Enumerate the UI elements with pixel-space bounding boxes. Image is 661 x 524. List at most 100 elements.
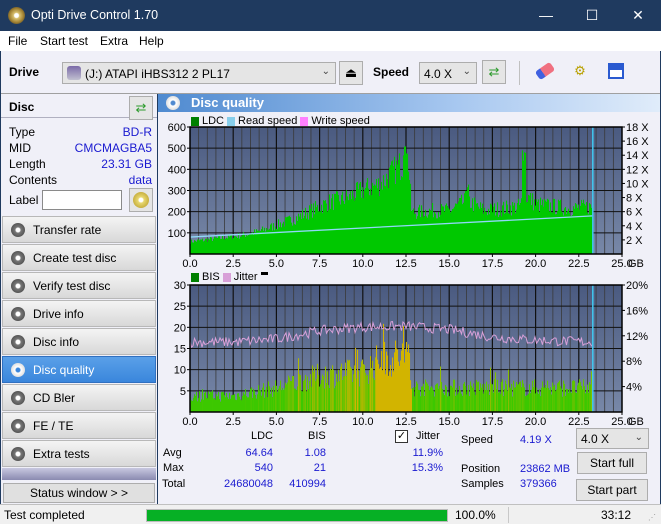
progress-label: 100.0% — [455, 508, 496, 522]
ldc-bar — [375, 185, 377, 254]
ldc-bar — [372, 182, 374, 254]
bis-bar — [247, 397, 249, 412]
save-button[interactable] — [604, 60, 628, 84]
ldc-bar — [451, 211, 453, 254]
ldc-bar — [235, 236, 237, 254]
ldc-bar — [334, 193, 336, 254]
ldc-bar — [237, 237, 239, 254]
floppy-disk-icon — [608, 63, 624, 79]
nav-verify-test-disc[interactable]: Verify test disc — [2, 272, 156, 299]
bis-bar — [268, 381, 270, 412]
bis-bar — [461, 393, 463, 412]
bis-bar — [460, 390, 462, 412]
bis-axis-tick-label: 25 — [174, 301, 186, 313]
minimize-button[interactable]: — — [523, 0, 569, 31]
bis-bar — [488, 384, 490, 412]
nav-create-test-disc[interactable]: Create test disc — [2, 244, 156, 271]
bis-bar — [341, 363, 343, 412]
close-button[interactable]: ✕ — [615, 0, 661, 31]
nav-extra-tests[interactable]: Extra tests — [2, 440, 156, 467]
ldc-bar — [570, 215, 572, 254]
nav-cd-bler[interactable]: CD Bler — [2, 384, 156, 411]
ldc-bar — [335, 193, 337, 254]
refresh-arrows-icon: ⇄ — [135, 100, 147, 115]
settings-button[interactable]: ⚙ — [568, 60, 592, 84]
bis-bar — [250, 388, 252, 412]
menu-extra[interactable]: Extra — [100, 34, 128, 48]
menu-start-test[interactable]: Start test — [40, 34, 88, 48]
maximize-button[interactable]: ☐ — [569, 0, 615, 31]
ldc-bar — [374, 184, 376, 254]
disc-refresh-button[interactable]: ⇄ — [129, 96, 153, 120]
ldc-bar — [402, 177, 404, 254]
start-full-button[interactable]: Start full — [577, 452, 647, 474]
ldc-bar — [364, 189, 366, 254]
nav-disc-quality[interactable]: Disc quality — [2, 356, 156, 383]
ldc-bar — [295, 224, 297, 254]
disc-label-input[interactable] — [42, 190, 122, 210]
ldc-axis-tick-label: 500 — [168, 143, 186, 155]
disc-gear-icon — [11, 307, 25, 321]
bis-bar — [396, 348, 398, 412]
speed-select[interactable]: 4.0 X ⌄ — [419, 62, 477, 84]
start-part-button[interactable]: Start part — [576, 479, 648, 501]
disc-quality-icon — [166, 96, 180, 110]
ldc-bar — [327, 211, 329, 254]
status-window-button[interactable]: Status window > > — [3, 483, 155, 503]
ldc-bar — [360, 181, 362, 254]
ldc-bar — [395, 183, 397, 254]
menu-file[interactable]: File — [8, 34, 27, 48]
chevron-down-icon: ⌄ — [462, 66, 471, 77]
ldc-bar — [253, 234, 255, 254]
ldc-bar — [321, 204, 323, 254]
bis-bar — [471, 385, 473, 412]
bis-bar — [302, 391, 304, 412]
ldc-bar — [255, 232, 257, 254]
bis-bar — [297, 386, 299, 412]
disc-label-button[interactable] — [129, 188, 153, 212]
bis-bar — [322, 374, 324, 412]
nav-transfer-rate[interactable]: Transfer rate — [2, 216, 156, 243]
ldc-bar — [383, 175, 385, 254]
erase-button[interactable] — [533, 60, 557, 84]
bis-bar — [267, 397, 269, 412]
stats-avg-label: Avg — [163, 447, 182, 459]
ldc-bar — [297, 220, 299, 254]
ldc-bar — [438, 212, 440, 254]
drive-select[interactable]: (J:) ATAPI iHBS312 2 PL17 ⌄ — [62, 62, 336, 84]
ldc-bar — [204, 240, 206, 254]
jitter-checkbox[interactable]: ✓ — [395, 430, 408, 443]
bis-bar — [271, 387, 273, 412]
nav-fe-te[interactable]: FE / TE — [2, 412, 156, 439]
refresh-button[interactable]: ⇄ — [482, 60, 506, 84]
menu-help[interactable]: Help — [139, 34, 164, 48]
bis-bar — [567, 389, 569, 412]
test-speed-select[interactable]: 4.0 X ⌄ — [576, 428, 649, 449]
ldc-bar — [575, 203, 577, 254]
toolbar: Drive (J:) ATAPI iHBS312 2 PL17 ⌄ ⏏ Spee… — [1, 51, 660, 94]
jitter-axis-tick-label: 12% — [626, 331, 648, 343]
bis-bar — [210, 391, 212, 412]
ldc-bar — [422, 211, 424, 254]
test-speed-select-value: 4.0 X — [581, 432, 610, 446]
nav-disc-info[interactable]: Disc info — [2, 328, 156, 355]
bis-bar — [405, 348, 407, 412]
bis-bar — [386, 351, 388, 412]
ldc-bar — [287, 216, 289, 254]
bis-bar — [382, 370, 384, 412]
disc-gear-icon — [11, 251, 25, 265]
eject-button[interactable]: ⏏ — [339, 61, 363, 85]
ldc-bar — [198, 239, 200, 254]
bis-bar — [591, 371, 593, 412]
bis-bar — [217, 396, 219, 412]
resize-grip-icon[interactable]: ⋰ — [648, 513, 656, 522]
ldc-bar — [479, 208, 481, 254]
bis-axis-tick-label: 20 — [174, 322, 186, 334]
ldc-bar — [483, 213, 485, 254]
bis-bar — [333, 369, 335, 412]
x-tick-label: 20.0 — [525, 416, 546, 427]
ldc-bar — [492, 212, 494, 254]
bis-bar — [351, 368, 353, 412]
bis-bar — [506, 384, 508, 412]
nav-drive-info[interactable]: Drive info — [2, 300, 156, 327]
